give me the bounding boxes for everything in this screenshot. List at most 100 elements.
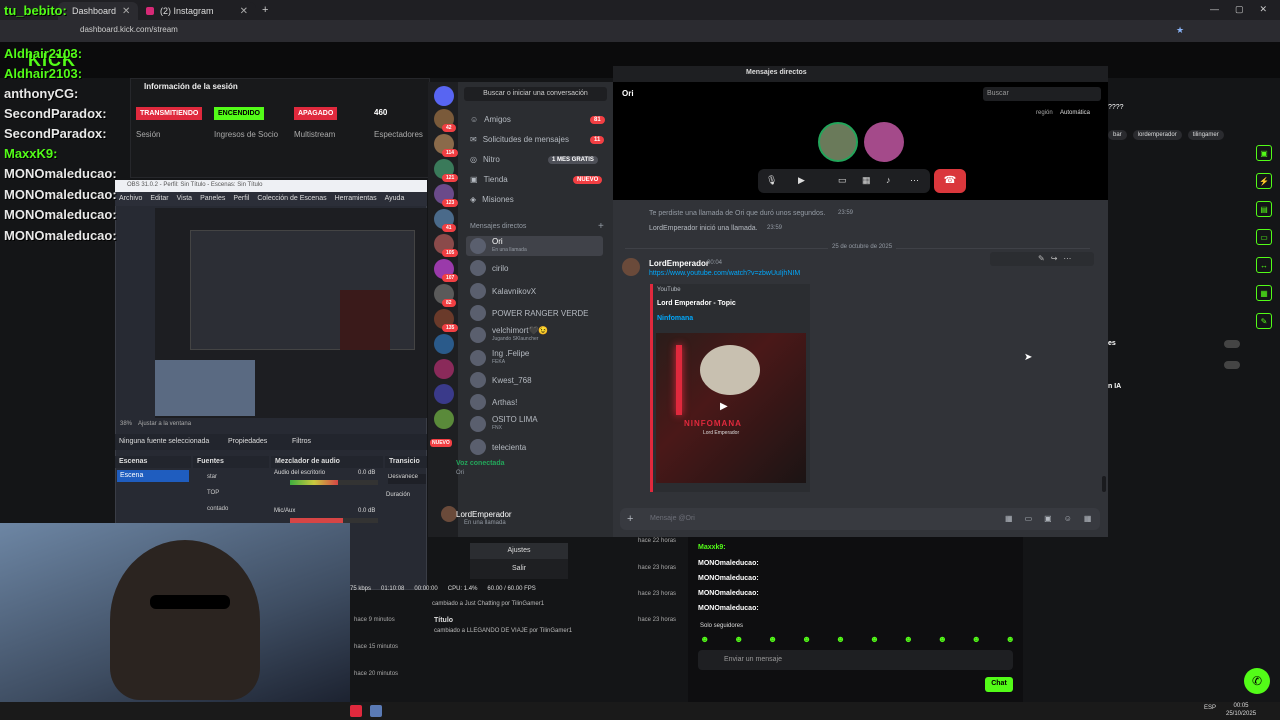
source-item[interactable]: TOP <box>207 490 219 496</box>
server-icon[interactable] <box>434 384 454 404</box>
layout-icon[interactable]: ▦ <box>1256 285 1272 301</box>
keyword-chip[interactable]: bar <box>1108 130 1127 140</box>
play-icon[interactable]: ▶ <box>720 401 728 412</box>
server-icon[interactable] <box>434 334 454 354</box>
close-tab-icon[interactable]: ✕ <box>240 6 248 17</box>
conversation-search[interactable]: Buscar <box>983 87 1101 101</box>
avatar[interactable] <box>441 506 457 522</box>
new-dm-icon[interactable]: + <box>598 221 604 232</box>
apps-icon[interactable]: ▦ <box>1084 514 1092 523</box>
scene-item[interactable]: Escena <box>117 470 189 482</box>
obs-menu-item[interactable]: Paneles <box>200 195 225 203</box>
screen-share-icon[interactable]: ▭ <box>838 175 847 186</box>
sticker-icon[interactable]: ▣ <box>1044 514 1052 523</box>
keyword-chip[interactable]: tilingamer <box>1187 130 1224 140</box>
wrench-icon[interactable]: ✎ <box>1256 313 1272 329</box>
chat-username[interactable]: MONOmaleducao: <box>698 560 759 567</box>
obs-menu-item[interactable]: Colección de Escenas <box>257 195 326 203</box>
emote-icon[interactable]: ☻ <box>972 634 981 644</box>
edit-icon[interactable]: ✎ <box>1038 254 1045 263</box>
soundboard-icon[interactable]: ♪ <box>886 175 891 185</box>
document-icon[interactable]: ▤ <box>1256 201 1272 217</box>
menu-item-ajustes[interactable]: Ajustes <box>470 543 568 559</box>
source-item[interactable]: star <box>207 474 217 480</box>
reply-icon[interactable]: ↪ <box>1051 254 1058 263</box>
tab-instagram[interactable]: (2) Instagram ✕ <box>138 2 256 20</box>
dm-item[interactable]: cirilo <box>470 258 607 278</box>
filters-button[interactable]: Filtros <box>292 438 311 445</box>
chat-username[interactable]: MONOmaleducao: <box>698 590 759 597</box>
clock[interactable]: 00:05 25/10/2025 <box>1226 702 1256 718</box>
url-text[interactable]: dashboard.kick.com/stream <box>80 25 178 34</box>
close-window-icon[interactable]: ✕ <box>1260 4 1268 15</box>
nav-friends[interactable]: ☺ Amigos <box>470 115 511 124</box>
chat-bubble-icon[interactable]: ▭ <box>1256 229 1272 245</box>
dm-item[interactable]: Arthas! <box>470 392 607 412</box>
chat-username[interactable]: Maxxk9: <box>698 544 726 551</box>
region-select[interactable]: Automática <box>1060 110 1090 116</box>
expand-icon[interactable]: ↔ <box>1256 257 1272 273</box>
nav-message-requests[interactable]: ✉ Solicitudes de mensajes <box>470 135 569 144</box>
chat-send-button[interactable]: Chat <box>985 677 1013 692</box>
dm-item[interactable]: POWER RANGER VERDE <box>470 303 607 323</box>
emote-icon[interactable]: ☻ <box>700 634 709 644</box>
fit-option[interactable]: Ajustar a la ventana <box>138 421 191 427</box>
toggle-switch[interactable] <box>1224 361 1240 369</box>
nav-shop[interactable]: ▣ Tienda <box>470 175 508 184</box>
obs-menu-item[interactable]: Archivo <box>119 195 142 203</box>
obs-menu-item[interactable]: Ayuda <box>385 195 405 203</box>
maximize-icon[interactable]: ▢ <box>1235 4 1244 15</box>
dm-item[interactable]: KalavnikovX <box>470 281 607 301</box>
more-options-icon[interactable]: ⋯ <box>910 175 919 186</box>
camera-icon[interactable]: ▶ <box>798 175 805 186</box>
tab-dashboard[interactable]: Dashboard ✕ <box>58 2 138 20</box>
dm-search-input[interactable]: Buscar o iniciar una conversación <box>464 87 607 101</box>
message-author[interactable]: LordEmperador <box>649 259 709 268</box>
taskbar-app-icon[interactable] <box>350 705 362 717</box>
obs-menu-item[interactable]: Vista <box>177 195 192 203</box>
dm-item[interactable]: Kwest_768 <box>470 370 607 390</box>
chat-username[interactable]: MONOmaleducao: <box>698 575 759 582</box>
chat-username[interactable]: MONOmaleducao: <box>698 605 759 612</box>
camera-icon[interactable]: ▣ <box>1256 145 1272 161</box>
participant-avatar[interactable] <box>818 122 858 162</box>
dm-item[interactable]: telecienta <box>470 437 607 457</box>
toggle-switch[interactable] <box>1224 340 1240 348</box>
new-tab-icon[interactable]: + <box>262 4 268 16</box>
keyboard-language[interactable]: ESP <box>1204 705 1216 711</box>
scrollbar[interactable] <box>1102 476 1106 492</box>
obs-menu-item[interactable]: Perfil <box>233 195 249 203</box>
gif-icon[interactable]: ▭ <box>1025 514 1033 523</box>
emote-icon[interactable]: ☻ <box>802 634 811 644</box>
minimize-icon[interactable]: — <box>1210 4 1219 15</box>
lightning-icon[interactable]: ⚡ <box>1256 173 1272 189</box>
dm-item[interactable]: Ing .Felipe FEKA <box>470 348 607 368</box>
embed-title[interactable]: Ninfomana <box>657 315 693 322</box>
nav-quests[interactable]: ◈ Misiones <box>470 195 514 204</box>
obs-menu-item[interactable]: Editar <box>150 195 168 203</box>
more-icon[interactable]: ⋯ <box>1063 254 1071 263</box>
hang-up-button[interactable]: ☎ <box>934 169 966 193</box>
obs-menu-item[interactable]: Herramientas <box>335 195 377 203</box>
activities-icon[interactable]: ▦ <box>862 175 871 186</box>
emote-icon[interactable]: ☻ <box>836 634 845 644</box>
emote-icon[interactable]: ☻ <box>870 634 879 644</box>
attach-icon[interactable]: + <box>627 513 633 525</box>
close-tab-icon[interactable]: ✕ <box>122 6 130 17</box>
source-item[interactable]: contado <box>207 506 228 512</box>
dm-item[interactable]: velchimort🖤😉 Jugando SKlauncher <box>470 325 607 345</box>
server-icon[interactable] <box>434 409 454 429</box>
menu-item-salir[interactable]: Salir <box>470 561 568 577</box>
emoji-icon[interactable]: ☺ <box>1064 514 1072 523</box>
nav-nitro[interactable]: ◎ Nitro <box>470 155 500 164</box>
zoom-level[interactable]: 38% <box>120 421 132 427</box>
properties-button[interactable]: Propiedades <box>228 438 267 445</box>
microphone-icon[interactable]: 🎙 <box>766 175 777 186</box>
emote-icon[interactable]: ☻ <box>768 634 777 644</box>
dm-item[interactable]: OSITO LIMA FNX <box>470 414 607 434</box>
keyword-chip[interactable]: lordemperador <box>1132 130 1182 140</box>
participant-avatar[interactable] <box>864 122 904 162</box>
bookmark-star-icon[interactable]: ★ <box>1176 25 1184 36</box>
emote-icon[interactable]: ☻ <box>1005 634 1014 644</box>
gift-icon[interactable]: ▦ <box>1005 514 1013 523</box>
